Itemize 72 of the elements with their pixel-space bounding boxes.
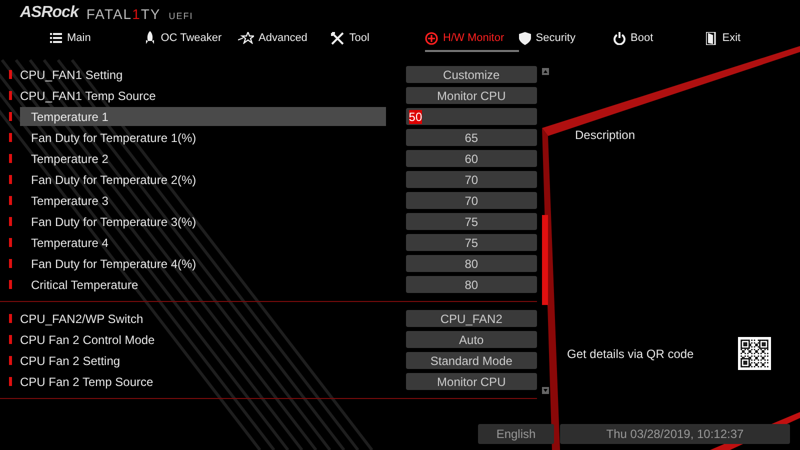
setting-label[interactable]: Fan Duty for Temperature 1(%): [20, 128, 386, 147]
item-marker: [9, 280, 12, 289]
setting-label[interactable]: CPU_FAN1 Setting: [20, 65, 386, 84]
item-marker: [9, 377, 12, 386]
item-marker: [9, 112, 12, 121]
item-marker: [9, 154, 12, 163]
setting-label[interactable]: CPU Fan 2 Setting: [20, 351, 386, 370]
item-marker: [9, 70, 12, 79]
item-marker: [9, 133, 12, 142]
scroll-down-icon[interactable]: [542, 387, 548, 394]
value-option-button[interactable]: 70: [406, 192, 537, 209]
item-marker: [9, 217, 12, 226]
value-option-button[interactable]: Monitor CPU: [406, 373, 537, 390]
monitor-target-icon: [425, 32, 438, 44]
date-time-display: Thu 03/28/2019, 10:12:37: [560, 424, 790, 444]
value-option-button[interactable]: 70: [406, 171, 537, 188]
menu-tab[interactable]: Advanced: [238, 26, 332, 52]
scroll-up-icon[interactable]: [542, 68, 548, 75]
item-marker: [9, 238, 12, 247]
menu-tab[interactable]: Boot: [612, 26, 706, 52]
value-option-button[interactable]: Monitor CPU: [406, 87, 537, 104]
menu-tab[interactable]: Security: [518, 26, 612, 52]
item-marker: [9, 314, 12, 323]
power-icon: [612, 32, 626, 44]
setting-label[interactable]: CPU_FAN2/WP Switch: [20, 309, 386, 328]
item-marker: [9, 196, 12, 205]
menu-tab[interactable]: Exit: [706, 26, 800, 52]
value-option-button[interactable]: Standard Mode: [406, 352, 537, 369]
qr-code-icon: [738, 337, 771, 370]
setting-label[interactable]: Temperature 2: [20, 149, 386, 168]
star-icon: [238, 32, 254, 44]
brand-logo: ASRock: [20, 4, 78, 22]
menu-tab[interactable]: OC Tweaker: [144, 26, 238, 52]
door-icon: [706, 32, 718, 44]
setting-label[interactable]: Fan Duty for Temperature 2(%): [20, 170, 386, 189]
value-option-button[interactable]: Customize: [406, 66, 537, 83]
value-option-button[interactable]: CPU_FAN2: [406, 310, 537, 327]
value-option-button[interactable]: 60: [406, 150, 537, 167]
item-marker: [9, 335, 12, 344]
qr-hint-text: Get details via QR code: [567, 346, 694, 360]
value-option-button[interactable]: 80: [406, 276, 537, 293]
rocket-icon: [144, 31, 156, 45]
setting-label[interactable]: Critical Temperature: [20, 275, 386, 294]
shield-icon: [518, 32, 531, 44]
value-option-button[interactable]: Auto: [406, 331, 537, 348]
item-marker: [9, 91, 12, 100]
menu-tab[interactable]: Main: [50, 26, 144, 52]
menu-tab[interactable]: Tool: [331, 26, 425, 52]
value-input-field[interactable]: 50: [406, 108, 537, 125]
scrollbar-thumb[interactable]: [542, 215, 548, 305]
value-option-button[interactable]: 75: [406, 234, 537, 251]
description-title: Description: [575, 128, 636, 142]
value-option-button[interactable]: 80: [406, 255, 537, 272]
item-marker: [9, 356, 12, 365]
value-option-button[interactable]: 65: [406, 129, 537, 146]
uefi-label: UEFI: [168, 11, 194, 22]
list-icon: [50, 32, 62, 44]
setting-label[interactable]: Temperature 4: [20, 233, 386, 252]
setting-label[interactable]: CPU_FAN1 Temp Source: [20, 86, 386, 105]
product-logo: FATAL1TY: [86, 6, 161, 22]
setting-label[interactable]: Fan Duty for Temperature 3(%): [20, 212, 386, 231]
value-option-button[interactable]: 75: [406, 213, 537, 230]
setting-label[interactable]: Temperature 3: [20, 191, 386, 210]
selected-setting-row[interactable]: Temperature 1: [20, 107, 386, 126]
language-button[interactable]: English: [478, 424, 554, 444]
tools-icon: [331, 32, 344, 44]
item-marker: [9, 175, 12, 184]
setting-label[interactable]: CPU Fan 2 Control Mode: [20, 330, 386, 349]
item-marker: [9, 259, 12, 268]
setting-label[interactable]: CPU Fan 2 Temp Source: [20, 372, 386, 391]
setting-label[interactable]: Fan Duty for Temperature 4(%): [20, 254, 386, 273]
menu-tab[interactable]: H/W Monitor: [425, 26, 519, 52]
